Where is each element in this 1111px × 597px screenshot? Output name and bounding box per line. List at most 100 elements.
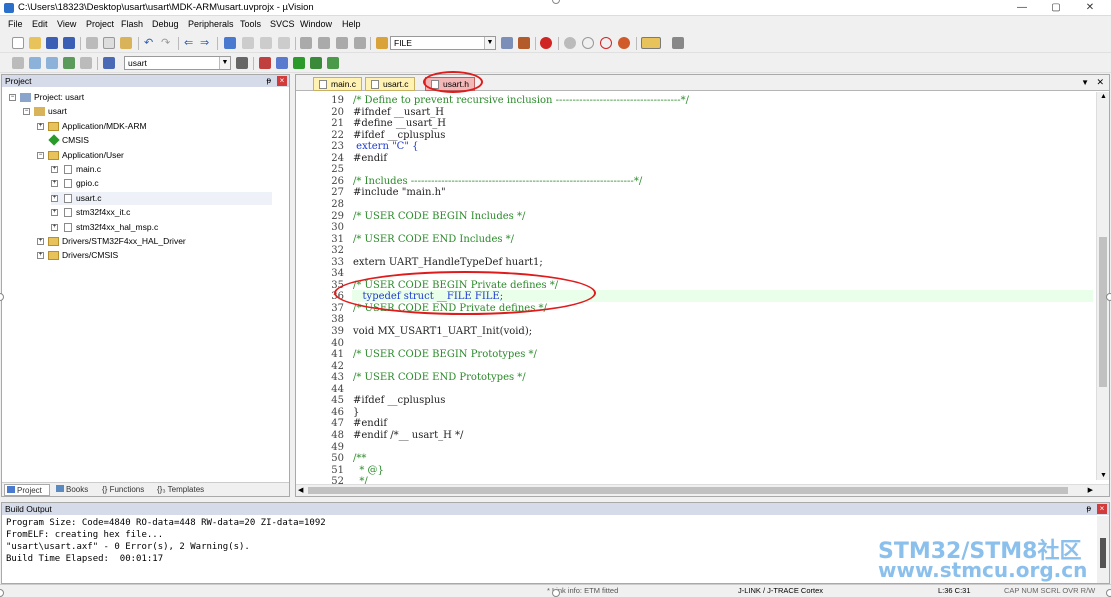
redo-icon[interactable]: ↷ — [161, 37, 173, 49]
indent-icon[interactable] — [300, 37, 312, 49]
expand-icon[interactable]: + — [51, 223, 58, 231]
uncomment-icon[interactable] — [354, 37, 366, 49]
close-icon[interactable]: × — [277, 76, 287, 86]
horizontal-scroll-thumb[interactable] — [308, 487, 1068, 494]
menu-peripherals[interactable]: Peripherals — [188, 19, 234, 29]
collapse-icon[interactable]: − — [9, 94, 16, 101]
select-packs-icon[interactable] — [293, 57, 305, 69]
close-button[interactable]: ✕ — [1078, 1, 1102, 15]
save-icon[interactable] — [46, 37, 58, 49]
target-options-icon[interactable] — [236, 57, 248, 69]
tab-books[interactable]: Books — [54, 484, 96, 496]
breakpoint-kill-icon[interactable] — [618, 37, 630, 49]
configure-icon[interactable] — [672, 37, 684, 49]
cut-icon[interactable] — [86, 37, 98, 49]
menu-tools[interactable]: Tools — [240, 19, 261, 29]
tree-item[interactable]: + stm32f4xx_hal_msp.c — [51, 221, 272, 234]
collapse-icon[interactable]: − — [37, 151, 44, 159]
menu-flash[interactable]: Flash — [121, 19, 143, 29]
menu-file[interactable]: File — [8, 19, 23, 29]
scroll-up-icon[interactable]: ▲ — [1100, 93, 1107, 100]
manage-packs-icon[interactable] — [276, 57, 288, 69]
paste-icon[interactable] — [120, 37, 132, 49]
find-icon[interactable] — [501, 37, 513, 49]
tree-item[interactable]: + Application/MDK-ARM — [37, 120, 272, 133]
manage-rte-icon[interactable] — [310, 57, 322, 69]
comment-icon[interactable] — [336, 37, 348, 49]
expand-icon[interactable]: + — [51, 166, 58, 173]
bookmark-next-icon[interactable] — [260, 37, 272, 49]
maximize-button[interactable]: ▢ — [1044, 1, 1068, 15]
minimize-button[interactable]: — — [1010, 1, 1034, 15]
menu-window[interactable]: Window — [300, 19, 332, 29]
close-icon[interactable]: ✕ — [1096, 77, 1104, 88]
find-combo[interactable]: FILE ▼ — [390, 36, 496, 50]
tree-item[interactable]: + Drivers/STM32F4xx_HAL_Driver — [37, 235, 272, 248]
expand-icon[interactable]: + — [51, 180, 58, 188]
manage-project-icon[interactable] — [259, 57, 271, 69]
new-file-icon[interactable] — [12, 37, 24, 49]
menu-debug[interactable]: Debug — [152, 19, 179, 29]
batch-build-icon[interactable] — [63, 57, 75, 69]
tree-item[interactable]: + gpio.c — [51, 177, 272, 190]
tree-item[interactable]: + main.c — [51, 163, 272, 176]
find-in-files-icon[interactable] — [376, 37, 388, 49]
collapse-icon[interactable]: − — [23, 108, 30, 116]
vertical-scroll-thumb[interactable] — [1099, 237, 1107, 387]
copy-icon[interactable] — [103, 37, 115, 49]
save-all-icon[interactable] — [63, 37, 75, 49]
expand-icon[interactable]: + — [37, 122, 44, 130]
window-layout-icon[interactable] — [641, 37, 661, 49]
pin-icon[interactable]: ᵽ — [267, 75, 271, 87]
pin-icon[interactable]: ᵽ — [1087, 503, 1091, 515]
menu-svcs[interactable]: SVCS — [270, 19, 295, 29]
expand-icon[interactable]: + — [51, 194, 58, 202]
tree-item[interactable]: − Application/User — [37, 149, 272, 162]
tab-usart-c[interactable]: usart.c — [365, 77, 415, 91]
close-icon[interactable]: × — [1097, 504, 1107, 514]
tab-functions[interactable]: {} Functions — [100, 484, 152, 496]
tree-item[interactable]: − Project: usart — [9, 91, 272, 104]
nav-back-icon[interactable]: ⇐ — [184, 37, 196, 49]
download-icon[interactable] — [103, 57, 115, 69]
debug-start-icon[interactable] — [540, 37, 552, 49]
chevron-down-icon[interactable]: ▼ — [484, 37, 495, 49]
unindent-icon[interactable] — [318, 37, 330, 49]
menu-project[interactable]: Project — [86, 19, 114, 29]
scroll-down-icon[interactable]: ▼ — [1100, 472, 1107, 479]
menu-help[interactable]: Help — [342, 19, 361, 29]
tab-project[interactable]: Project — [4, 484, 50, 496]
bookmark-icon[interactable] — [224, 37, 236, 49]
tree-item[interactable]: CMSIS — [37, 134, 272, 147]
breakpoint-insert-icon[interactable] — [564, 37, 576, 49]
rebuild-icon[interactable] — [46, 57, 58, 69]
resize-handle-right[interactable] — [1106, 293, 1111, 301]
undo-icon[interactable]: ↶ — [144, 37, 156, 49]
tab-templates[interactable]: {}₃ Templates — [155, 484, 211, 496]
tree-item[interactable]: + Drivers/CMSIS — [37, 249, 272, 262]
editor-horizontal-scrollbar[interactable]: ◀ ▶ — [296, 484, 1109, 496]
incremental-find-icon[interactable] — [518, 37, 530, 49]
editor-vertical-scrollbar[interactable]: ▲ ▼ — [1096, 92, 1109, 480]
bookmark-prev-icon[interactable] — [242, 37, 254, 49]
target-combo[interactable]: usart ▼ — [124, 56, 231, 70]
tab-list-dropdown-icon[interactable]: ▼ — [1081, 78, 1089, 87]
menu-view[interactable]: View — [57, 19, 76, 29]
breakpoint-disable-icon[interactable] — [600, 37, 612, 49]
rte-icon[interactable] — [327, 57, 339, 69]
tree-item[interactable]: + usart.c — [51, 191, 272, 205]
tab-main-c[interactable]: main.c — [313, 77, 362, 91]
expand-icon[interactable]: + — [51, 209, 58, 217]
bookmark-clear-icon[interactable] — [278, 37, 290, 49]
tree-item[interactable]: + stm32f4xx_it.c — [51, 206, 272, 219]
expand-icon[interactable]: + — [37, 252, 44, 260]
chevron-down-icon[interactable]: ▼ — [219, 57, 230, 69]
nav-forward-icon[interactable]: ⇒ — [200, 37, 212, 49]
breakpoint-enable-icon[interactable] — [582, 37, 594, 49]
scroll-right-icon[interactable]: ▶ — [1088, 486, 1093, 494]
open-file-icon[interactable] — [29, 37, 41, 49]
expand-icon[interactable]: + — [37, 238, 44, 245]
tree-item[interactable]: − usart — [23, 105, 272, 118]
scroll-left-icon[interactable]: ◀ — [298, 486, 303, 494]
stop-build-icon[interactable] — [80, 57, 92, 69]
